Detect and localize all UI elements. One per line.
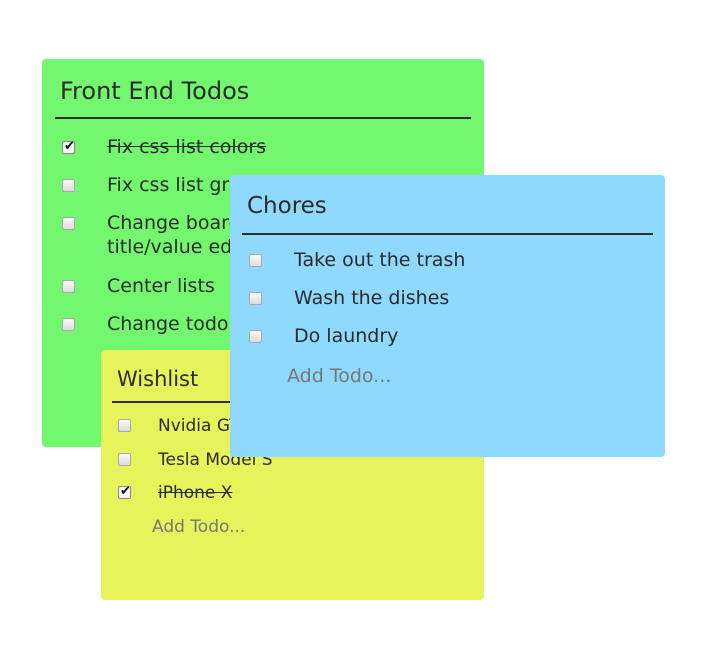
checkmark-icon: ✔ [64,139,75,154]
todo-checkbox[interactable] [118,419,131,432]
todo-label[interactable]: iPhone X [158,482,232,504]
todo-checkbox[interactable] [62,179,75,192]
todo-checkbox[interactable]: ✔ [118,484,131,499]
todo-checkbox[interactable] [62,217,75,230]
todo-label[interactable]: Change board [107,211,241,236]
checkmark-icon: ✔ [120,484,131,499]
todo-label[interactable]: Nvidia GT [158,415,240,437]
title-divider [55,117,471,119]
board-title[interactable]: Chores [247,193,665,219]
title-divider [242,233,653,235]
todo-checkbox[interactable] [249,254,262,267]
todo-label[interactable]: Do laundry [294,324,398,349]
todo-label[interactable]: Center lists [107,274,215,299]
todo-label[interactable]: Fix css list colors [107,135,266,160]
todo-checkbox[interactable] [62,280,75,293]
todo-label-line2[interactable]: title/value ed [107,235,232,260]
todo-checkbox[interactable] [249,330,262,343]
todo-checkbox[interactable] [249,292,262,305]
board-chores: Chores Take out the trash Wash the dishe… [230,175,665,457]
board-title[interactable]: Front End Todos [60,77,484,105]
todo-label[interactable]: Take out the trash [294,248,465,273]
add-todo-input[interactable]: Add Todo... [152,517,245,537]
todo-label[interactable]: Fix css list gr [107,173,229,198]
todo-checkbox[interactable] [62,318,75,331]
todo-checkbox[interactable] [118,453,131,466]
todo-checkbox[interactable]: ✔ [62,139,75,154]
todo-label[interactable]: Change todo [107,312,229,337]
add-todo-input[interactable]: Add Todo... [287,365,391,387]
todo-label[interactable]: Wash the dishes [294,286,449,311]
